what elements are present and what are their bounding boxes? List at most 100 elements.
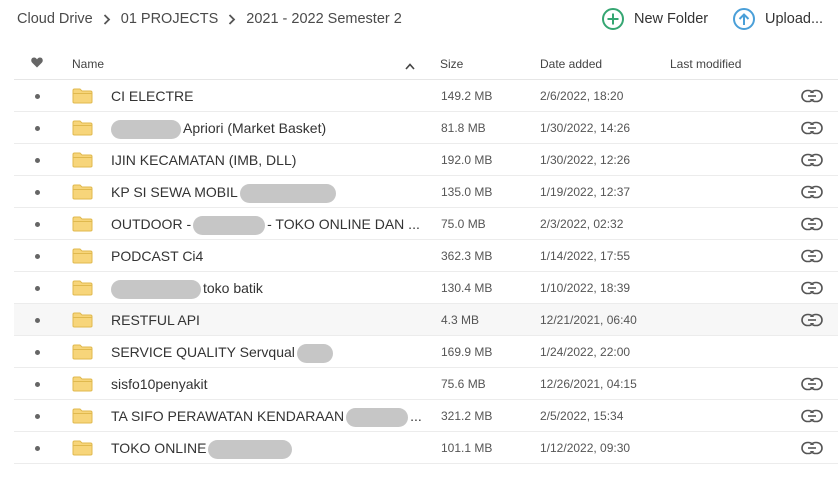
folder-icon (72, 216, 93, 232)
redacted-text (239, 184, 336, 203)
file-size: 321.2 MB (441, 409, 493, 423)
table-row[interactable]: toko batik 130.4 MB 1/10/2022, 18:39 (14, 272, 838, 304)
folder-icon (72, 248, 93, 264)
folder-icon (72, 376, 93, 392)
folder-icon (72, 152, 93, 168)
link-icon[interactable] (801, 121, 823, 135)
file-table: Name Size Date added Last modified CI EL… (14, 48, 838, 464)
file-name[interactable]: RESTFUL API (111, 312, 200, 328)
file-name[interactable]: PODCAST Ci4 (111, 248, 203, 264)
table-row[interactable]: TOKO ONLINE 101.1 MB 1/12/2022, 09:30 (14, 432, 838, 464)
link-icon[interactable] (801, 281, 823, 295)
table-row[interactable]: SERVICE QUALITY Servqual 169.9 MB 1/24/202… (14, 336, 838, 368)
row-marker-dot (35, 190, 40, 195)
row-marker-dot (35, 350, 40, 355)
file-date-added: 12/26/2021, 04:15 (540, 377, 637, 391)
redacted-text (193, 216, 266, 235)
link-icon[interactable] (801, 409, 823, 423)
table-row[interactable]: IJIN KECAMATAN (IMB, DLL) 192.0 MB 1/30/20… (14, 144, 838, 176)
row-marker-dot (35, 414, 40, 419)
table-header: Name Size Date added Last modified (14, 48, 838, 80)
file-name-part: RESTFUL API (111, 312, 200, 328)
breadcrumb-cloud-drive[interactable]: Cloud Drive (17, 11, 93, 27)
row-marker-dot (35, 318, 40, 323)
file-date-added: 12/21/2021, 06:40 (540, 313, 637, 327)
folder-icon (72, 120, 93, 136)
file-name-part: SERVICE QUALITY Servqual (111, 344, 295, 361)
folder-icon (72, 408, 93, 424)
file-list: CI ELECTRE 149.2 MB 2/6/2022, 18:20 Apriori… (14, 80, 838, 464)
file-date-added: 2/6/2022, 18:20 (540, 89, 624, 103)
file-size: 81.8 MB (441, 121, 486, 135)
file-name[interactable]: CI ELECTRE (111, 88, 193, 104)
file-size: 362.3 MB (441, 249, 493, 263)
file-name-part: - TOKO ONLINE DAN ... (267, 216, 420, 233)
upload-button[interactable]: Upload... (733, 8, 823, 30)
row-marker-dot (35, 158, 40, 163)
redacted-text (346, 408, 409, 427)
file-name-part: TA SIFO PERAWATAN KENDARAAN (111, 408, 345, 425)
new-folder-button[interactable]: New Folder (602, 8, 708, 30)
table-row[interactable]: CI ELECTRE 149.2 MB 2/6/2022, 18:20 (14, 80, 838, 112)
breadcrumb-01-projects[interactable]: 01 PROJECTS (121, 11, 219, 27)
row-marker-dot (35, 254, 40, 259)
file-name[interactable]: KP SI SEWA MOBIL (111, 184, 336, 203)
folder-icon (72, 88, 93, 104)
link-icon[interactable] (801, 89, 823, 103)
table-row[interactable]: Apriori (Market Basket) 81.8 MB 1/30/2022,… (14, 112, 838, 144)
link-icon[interactable] (801, 313, 823, 327)
chevron-right-icon (93, 13, 121, 25)
link-icon[interactable] (801, 185, 823, 199)
file-name-part: CI ELECTRE (111, 88, 194, 104)
link-icon[interactable] (801, 441, 823, 455)
table-row[interactable]: PODCAST Ci4 362.3 MB 1/14/2022, 17:55 (14, 240, 838, 272)
file-name-part: ... (410, 408, 422, 425)
plus-icon (602, 8, 624, 30)
link-icon[interactable] (801, 217, 823, 231)
folder-icon (72, 312, 93, 328)
sort-ascending-icon[interactable] (405, 59, 415, 73)
file-size: 169.9 MB (441, 345, 493, 359)
file-size: 75.0 MB (441, 217, 486, 231)
file-name[interactable]: IJIN KECAMATAN (IMB, DLL) (111, 152, 296, 168)
breadcrumb-current-folder[interactable]: 2021 - 2022 Semester 2 (246, 11, 402, 27)
row-marker-dot (35, 126, 40, 131)
file-name[interactable]: SERVICE QUALITY Servqual (111, 344, 333, 363)
column-name-header[interactable]: Name (72, 57, 104, 71)
file-name[interactable]: toko batik (111, 280, 263, 299)
file-date-added: 1/12/2022, 09:30 (540, 441, 631, 455)
link-icon[interactable] (801, 249, 823, 263)
upload-arrow-icon (733, 8, 755, 30)
redacted-text (111, 120, 181, 139)
file-date-added: 1/19/2022, 12:37 (540, 185, 631, 199)
new-folder-label: New Folder (634, 11, 709, 27)
file-name[interactable]: TA SIFO PERAWATAN KENDARAAN... (111, 408, 422, 427)
file-name-part: PODCAST Ci4 (111, 248, 204, 264)
column-date-added-header[interactable]: Date added (540, 57, 602, 71)
link-icon[interactable] (801, 377, 823, 391)
table-row[interactable]: sisfo10penyakit 75.6 MB 12/26/2021, 04:15 (14, 368, 838, 400)
file-name-part: KP SI SEWA MOBIL (111, 184, 238, 201)
table-row[interactable]: KP SI SEWA MOBIL 135.0 MB 1/19/2022, 12:37 (14, 176, 838, 208)
table-row[interactable]: OUTDOOR - - TOKO ONLINE DAN ... 75.0 MB 2/3… (14, 208, 838, 240)
file-name[interactable]: Apriori (Market Basket) (111, 120, 326, 139)
column-last-modified-header[interactable]: Last modified (670, 57, 741, 71)
file-date-added: 1/30/2022, 12:26 (540, 153, 631, 167)
file-size: 130.4 MB (441, 281, 493, 295)
column-size-header[interactable]: Size (440, 57, 463, 71)
file-size: 135.0 MB (441, 185, 493, 199)
row-marker-dot (35, 446, 40, 451)
file-name[interactable]: TOKO ONLINE (111, 440, 293, 459)
file-size: 192.0 MB (441, 153, 493, 167)
folder-icon (72, 440, 93, 456)
file-size: 75.6 MB (441, 377, 486, 391)
file-name[interactable]: OUTDOOR - - TOKO ONLINE DAN ... (111, 216, 420, 235)
file-name[interactable]: sisfo10penyakit (111, 376, 208, 392)
file-size: 149.2 MB (441, 89, 493, 103)
table-row[interactable]: TA SIFO PERAWATAN KENDARAAN... 321.2 MB 2/… (14, 400, 838, 432)
favorite-heart-icon[interactable] (31, 57, 43, 71)
table-row[interactable]: RESTFUL API 4.3 MB 12/21/2021, 06:40 (14, 304, 838, 336)
file-date-added: 1/10/2022, 18:39 (540, 281, 631, 295)
link-icon[interactable] (801, 153, 823, 167)
redacted-text (296, 344, 333, 363)
